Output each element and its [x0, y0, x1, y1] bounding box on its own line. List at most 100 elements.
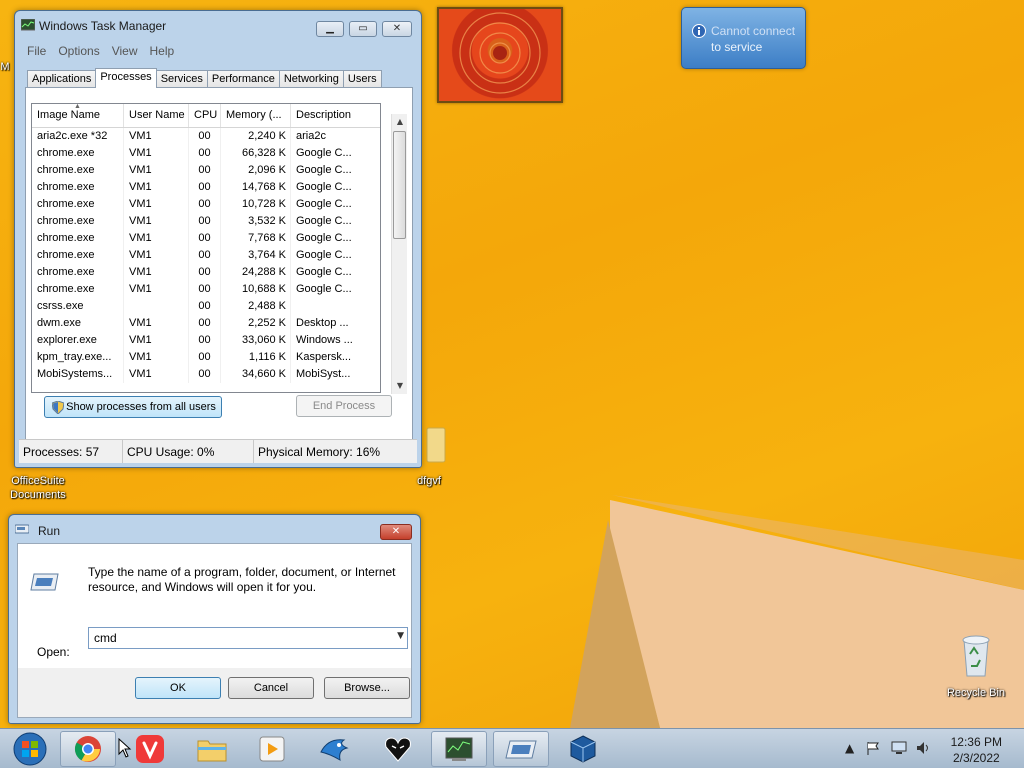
- clock-date: 2/3/2022: [952, 751, 1000, 765]
- tab-networking[interactable]: Networking: [278, 70, 344, 88]
- taskbar-virtualbox[interactable]: [555, 731, 611, 767]
- scroll-up-arrow-icon[interactable]: ▲: [392, 114, 408, 130]
- table-row[interactable]: chrome.exe VM1 00 7,768 K Google C...: [32, 230, 380, 247]
- taskbar-run[interactable]: [493, 731, 549, 767]
- column-label: Image Name: [37, 109, 100, 121]
- tab-processes[interactable]: Processes: [95, 68, 157, 88]
- table-row[interactable]: csrss.exe 00 2,488 K: [32, 298, 380, 315]
- desktop-icon-partial[interactable]: M: [0, 60, 10, 74]
- minimize-button[interactable]: ▁: [316, 21, 344, 37]
- table-row[interactable]: chrome.exe VM1 00 3,764 K Google C...: [32, 247, 380, 264]
- table-row[interactable]: chrome.exe VM1 00 2,096 K Google C...: [32, 162, 380, 179]
- menu-options[interactable]: Options: [52, 41, 105, 61]
- windows-start-icon: [13, 732, 47, 766]
- cell-cpu: 00: [189, 298, 221, 315]
- ok-button[interactable]: OK: [135, 677, 221, 699]
- show-hidden-icons-icon[interactable]: ▲: [845, 741, 854, 755]
- system-clock[interactable]: 12:36 PM 2/3/2022: [951, 734, 1002, 766]
- run-body: Type the name of a program, folder, docu…: [17, 543, 412, 669]
- cell-image-name: chrome.exe: [32, 264, 124, 281]
- desktop-icon-label: Documents: [10, 489, 66, 501]
- run-dialog[interactable]: Run ✕ Type the name of a program, folder…: [8, 514, 421, 724]
- show-all-processes-label: Show processes from all users: [66, 401, 216, 413]
- column-cpu[interactable]: CPU: [189, 104, 221, 127]
- cancel-button[interactable]: Cancel: [228, 677, 314, 699]
- cell-image-name: chrome.exe: [32, 196, 124, 213]
- action-center-flag-icon[interactable]: [866, 741, 880, 755]
- recycle-bin-icon: [962, 635, 990, 677]
- cell-description: Google C...: [296, 266, 352, 278]
- taskbar-file-explorer[interactable]: [184, 731, 240, 767]
- network-icon[interactable]: [891, 741, 907, 755]
- cell-memory: 33,060 K: [221, 332, 291, 349]
- taskbar-media-player[interactable]: [244, 731, 300, 767]
- menu-help[interactable]: Help: [144, 41, 181, 61]
- heart-app-icon: [385, 737, 411, 762]
- volume-icon[interactable]: [916, 741, 932, 755]
- table-row[interactable]: dwm.exe VM1 00 2,252 K Desktop ...: [32, 315, 380, 332]
- run-titlebar[interactable]: Run ✕: [9, 515, 420, 541]
- task-manager-window[interactable]: Windows Task Manager ▁ ▭ ✕ File Options …: [14, 10, 422, 468]
- start-button[interactable]: [2, 731, 58, 767]
- cell-memory: 24,288 K: [221, 264, 291, 281]
- table-row[interactable]: chrome.exe VM1 00 10,688 K Google C...: [32, 281, 380, 298]
- table-row[interactable]: explorer.exe VM1 00 33,060 K Windows ...: [32, 332, 380, 349]
- menu-view[interactable]: View: [106, 41, 144, 61]
- tab-performance[interactable]: Performance: [206, 70, 280, 88]
- close-button[interactable]: ✕: [382, 21, 412, 37]
- open-input[interactable]: cmd: [94, 631, 117, 645]
- table-row[interactable]: chrome.exe VM1 00 24,288 K Google C...: [32, 264, 380, 281]
- table-row[interactable]: kpm_tray.exe... VM1 00 1,116 K Kaspersk...: [32, 349, 380, 366]
- table-row[interactable]: aria2c.exe *32 VM1 00 2,240 K aria2c: [32, 128, 380, 145]
- cell-image-name: chrome.exe: [32, 162, 124, 179]
- cell-image-name: chrome.exe: [32, 213, 124, 230]
- open-combobox[interactable]: cmd ▼: [88, 627, 408, 649]
- browse-button[interactable]: Browse...: [324, 677, 410, 699]
- dropdown-arrow-icon[interactable]: ▼: [397, 631, 404, 641]
- column-user-name[interactable]: User Name: [124, 104, 189, 127]
- column-description[interactable]: Description: [291, 104, 379, 127]
- taskbar-chrome[interactable]: [60, 731, 116, 767]
- clock-time: 12:36 PM: [950, 735, 1002, 749]
- taskbar-bird-app[interactable]: [306, 731, 362, 767]
- scroll-down-arrow-icon[interactable]: ▼: [392, 378, 408, 394]
- column-image-name[interactable]: ▲ Image Name: [32, 104, 124, 127]
- cell-cpu: 00: [189, 315, 221, 332]
- window-thumbnail-preview[interactable]: [437, 7, 563, 103]
- cell-memory: 10,728 K: [221, 196, 291, 213]
- flower-image: [459, 12, 541, 94]
- tab-services[interactable]: Services: [155, 70, 208, 88]
- table-row[interactable]: chrome.exe VM1 00 14,768 K Google C...: [32, 179, 380, 196]
- taskbar-task-manager[interactable]: [431, 731, 487, 767]
- cell-memory: 2,240 K: [221, 128, 291, 145]
- cell-memory: 2,488 K: [221, 298, 291, 315]
- taskbar-heart-app[interactable]: [370, 731, 426, 767]
- table-row[interactable]: chrome.exe VM1 00 3,532 K Google C...: [32, 213, 380, 230]
- desktop-icon-officesuite-documents[interactable]: OfficeSuite Documents: [2, 474, 74, 502]
- cell-user-name: VM1: [124, 213, 189, 230]
- tab-users[interactable]: Users: [342, 70, 382, 88]
- scrollbar-thumb[interactable]: [393, 131, 406, 239]
- folder-icon: [426, 427, 446, 463]
- process-list-scrollbar[interactable]: ▲ ▼: [391, 114, 407, 394]
- cell-memory: 34,660 K: [221, 366, 291, 383]
- show-all-processes-button[interactable]: Show processes from all users: [44, 396, 222, 418]
- cell-image-name: MobiSystems...: [32, 366, 124, 383]
- desktop-icon-label: dfgvf: [417, 475, 441, 487]
- maximize-button[interactable]: ▭: [349, 21, 377, 37]
- cell-user-name: VM1: [124, 332, 189, 349]
- tab-applications[interactable]: Applications: [27, 70, 97, 88]
- notification-text-line1: Cannot connect: [711, 24, 796, 38]
- task-manager-titlebar[interactable]: Windows Task Manager ▁ ▭ ✕: [15, 11, 421, 37]
- column-memory[interactable]: Memory (...: [221, 104, 291, 127]
- cell-user-name: VM1: [124, 145, 189, 162]
- table-row[interactable]: chrome.exe VM1 00 10,728 K Google C...: [32, 196, 380, 213]
- notification-toast[interactable]: Cannot connect to service: [681, 7, 806, 69]
- table-row[interactable]: MobiSystems... VM1 00 34,660 K MobiSyst...: [32, 366, 380, 383]
- table-row[interactable]: chrome.exe VM1 00 66,328 K Google C...: [32, 145, 380, 162]
- menu-file[interactable]: File: [21, 41, 52, 61]
- end-process-button[interactable]: End Process: [296, 395, 392, 417]
- desktop-icon-recycle-bin[interactable]: Recycle Bin: [940, 630, 1012, 700]
- process-list[interactable]: ▲ Image Name User Name CPU Memory (... De…: [31, 103, 381, 393]
- close-button[interactable]: ✕: [380, 524, 412, 540]
